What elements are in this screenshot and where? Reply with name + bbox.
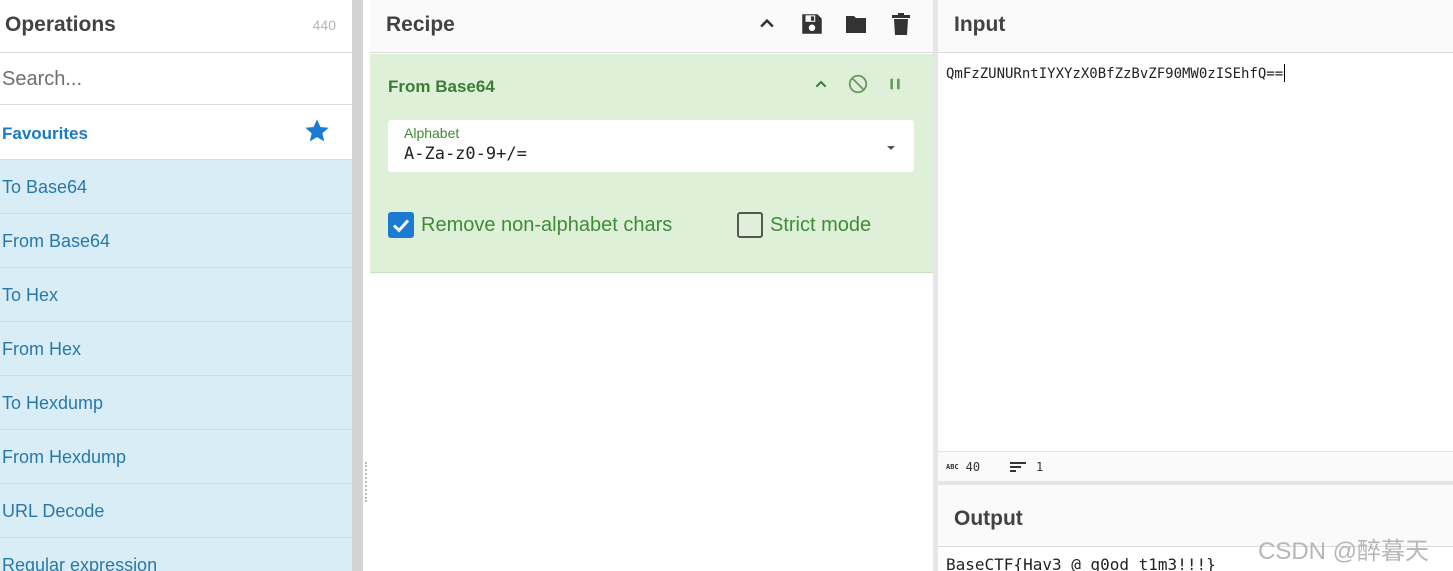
remove-non-alphabet-checkbox[interactable] [388,212,414,238]
chevron-up-icon [815,80,827,88]
panel-divider-left[interactable] [352,0,363,571]
text-cursor [1284,64,1286,82]
operations-search [0,53,352,105]
operations-panel: Operations 440 Favourites To Base64 From… [0,0,352,571]
folder-icon [846,16,866,33]
output-title: Output [954,507,1023,530]
recipe-operation-name: From Base64 [388,77,495,96]
operation-label: To Hex [2,285,59,305]
search-input[interactable] [0,61,340,97]
output-text[interactable]: BaseCTF{Hav3 @ g0od t1m3!!!} [946,555,1216,571]
trash-icon [892,13,910,35]
load-recipe-button[interactable] [841,9,871,39]
star-icon[interactable] [303,117,331,145]
chevron-up-icon [760,18,774,28]
char-count-value: 40 [965,460,981,474]
recipe-panel: Recipe From Base64 Alphabet A-Za-z0-9+/= [370,0,933,571]
char-count: ABC 40 [946,460,980,474]
operation-label: URL Decode [2,501,105,521]
input-text: QmFzZUNURntIYXYzX0BfZzBvZF90MW0zISEhfQ== [946,66,1284,82]
divider-grip [365,462,367,502]
input-title: Input [954,13,1006,36]
alphabet-value: A-Za-z0-9+/= [404,144,527,164]
operation-label: To Hexdump [2,393,104,413]
operation-label: From Base64 [2,231,111,251]
favourites-category[interactable]: Favourites [0,105,352,160]
save-icon [802,14,822,34]
abc-icon: ABC [946,463,959,471]
operation-item[interactable]: From Hexdump [0,430,352,484]
operation-item[interactable]: Regular expression [0,538,352,571]
operation-label: From Hex [2,339,82,359]
remove-non-alphabet-label: Remove non-alphabet chars [421,214,673,236]
operation-label: To Base64 [2,177,88,197]
operations-header: Operations 440 [0,0,352,53]
alphabet-label: Alphabet [404,125,460,141]
lines-icon [1010,462,1026,472]
operation-label: From Hexdump [2,447,127,467]
save-recipe-button[interactable] [797,9,827,39]
operation-item[interactable]: To Hexdump [0,376,352,430]
operation-item[interactable]: To Hex [0,268,352,322]
collapse-operation-button[interactable] [809,72,833,96]
watermark: CSDN @醉暮天 [1258,538,1430,565]
line-count: 1 [1010,460,1043,474]
operation-item[interactable]: URL Decode [0,484,352,538]
alphabet-select[interactable]: Alphabet A-Za-z0-9+/= [388,120,914,172]
caret-down-icon [887,146,895,150]
io-panel: Input QmFzZUNURntIYXYzX0BfZzBvZF90MW0zIS… [938,0,1453,571]
pause-operation-button[interactable] [883,72,907,96]
pause-icon [890,78,900,90]
checkmark-icon [392,219,410,233]
line-count-value: 1 [1036,460,1044,474]
operation-item[interactable]: From Hex [0,322,352,376]
disable-icon [848,74,868,94]
input-textarea[interactable]: QmFzZUNURntIYXYzX0BfZzBvZF90MW0zISEhfQ== [938,54,1453,451]
recipe-header: Recipe [370,0,933,53]
operation-label: Regular expression [2,555,158,571]
disable-operation-button[interactable] [846,72,870,96]
favourites-label: Favourites [2,124,88,143]
input-header: Input [938,0,1453,53]
input-status-bar: ABC 40 1 [938,451,1453,481]
recipe-operation-card: From Base64 Alphabet A-Za-z0-9+/= Remove… [370,54,933,273]
collapse-all-button[interactable] [752,9,782,39]
operations-count: 440 [312,17,336,33]
operations-title: Operations [5,13,116,36]
operation-item[interactable]: To Base64 [0,160,352,214]
operations-list: To Base64 From Base64 To Hex From Hex To… [0,160,352,571]
recipe-title: Recipe [386,13,455,36]
operation-item[interactable]: From Base64 [0,214,352,268]
strict-mode-checkbox[interactable] [737,212,763,238]
clear-recipe-button[interactable] [886,9,916,39]
strict-mode-label: Strict mode [770,214,872,236]
